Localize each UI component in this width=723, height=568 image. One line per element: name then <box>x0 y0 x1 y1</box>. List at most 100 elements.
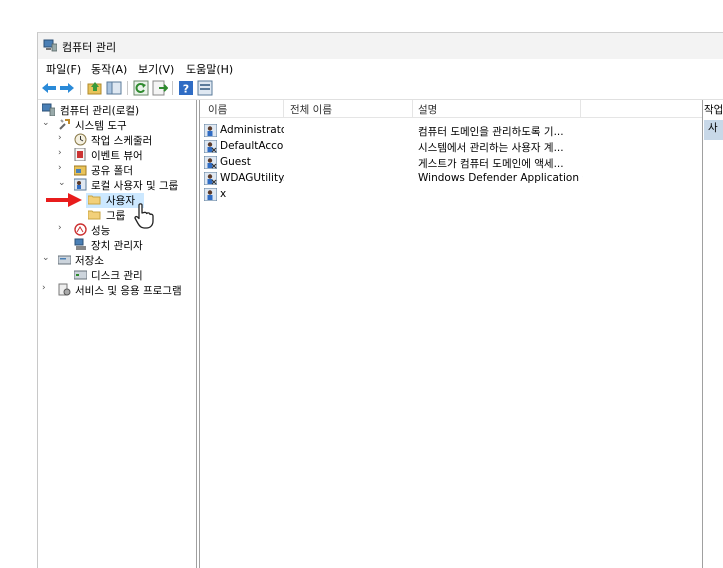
tree-label: 이벤트 뷰어 <box>91 150 143 162</box>
user-icon <box>204 188 217 201</box>
menu-view[interactable]: 보기(V) <box>138 61 174 77</box>
table-row[interactable]: WDAGUtility... Windows Defender Applicat… <box>200 171 702 187</box>
users-group-icon <box>74 178 87 191</box>
svg-text:?: ? <box>183 83 189 96</box>
back-arrow-icon[interactable] <box>41 80 57 96</box>
tree-label: 그룹 <box>106 210 126 222</box>
tree-label: 작업 스케줄러 <box>91 135 153 147</box>
toolbar-separator <box>127 81 128 95</box>
column-divider[interactable] <box>283 100 284 117</box>
user-icon <box>204 140 217 153</box>
tree-item-disk-management[interactable]: 디스크 관리 <box>58 268 192 283</box>
collapsed-chevron-icon[interactable]: › <box>42 283 52 293</box>
user-icon <box>204 156 217 169</box>
tree-label: 로컬 사용자 및 그룹 <box>91 180 179 192</box>
tree-item-performance[interactable]: › 성능 <box>58 223 192 238</box>
up-folder-icon[interactable] <box>87 80 103 96</box>
annotation-red-arrow <box>46 193 82 207</box>
tools-icon <box>59 119 70 130</box>
computer-management-icon <box>43 39 57 52</box>
user-name: WDAGUtility... <box>220 172 284 184</box>
computer-management-icon <box>42 103 55 116</box>
actions-item[interactable]: 사 <box>704 120 723 140</box>
tree-item-local-users-groups[interactable]: ⌄ 로컬 사용자 및 그룹 <box>58 178 192 193</box>
expanded-chevron-icon[interactable]: ⌄ <box>58 178 68 188</box>
tree-item-event-viewer[interactable]: › 이벤트 뷰어 <box>58 148 192 163</box>
folder-icon <box>88 210 101 220</box>
refresh-icon[interactable] <box>133 80 149 96</box>
column-header-full-name[interactable]: 전체 이름 <box>290 102 332 117</box>
computer-management-window: 컴퓨터 관리 파일(F) 동작(A) 보기(V) 도움말(H) ? 컴퓨터 관리… <box>37 32 723 568</box>
user-description: 시스템에서 관리하는 사용자 계... <box>418 142 564 154</box>
shared-folder-icon <box>74 165 87 176</box>
title-bar: 컴퓨터 관리 <box>38 33 723 59</box>
window-title: 컴퓨터 관리 <box>62 41 117 54</box>
user-name: Guest <box>220 156 251 168</box>
tree-label: 서비스 및 응용 프로그램 <box>75 285 182 297</box>
actions-header: 작업 <box>704 102 723 119</box>
storage-icon <box>58 255 71 265</box>
tree-label: 디스크 관리 <box>91 270 143 282</box>
collapsed-chevron-icon[interactable]: › <box>58 223 68 233</box>
user-name: DefaultAcco... <box>220 140 284 152</box>
tree-item-shared-folders[interactable]: › 공유 폴더 <box>58 163 192 178</box>
toolbar: ? <box>38 77 723 100</box>
column-header-name[interactable]: 이름 <box>208 102 227 117</box>
performance-icon <box>74 223 87 236</box>
expanded-chevron-icon[interactable]: ⌄ <box>42 118 52 128</box>
user-list-pane: 이름 전체 이름 설명 Administrator 컴퓨터 도메인을 관리하도록… <box>199 100 703 568</box>
tree-item-task-scheduler[interactable]: › 작업 스케줄러 <box>58 133 192 148</box>
services-icon <box>58 283 71 296</box>
table-row[interactable]: Administrator 컴퓨터 도메인을 관리하도록 기... <box>200 123 702 139</box>
device-manager-icon <box>74 238 86 250</box>
toolbar-separator <box>172 81 173 95</box>
table-row[interactable]: x <box>200 187 702 203</box>
table-row[interactable]: DefaultAcco... 시스템에서 관리하는 사용자 계... <box>200 139 702 155</box>
column-divider[interactable] <box>580 100 581 117</box>
expanded-chevron-icon[interactable]: ⌄ <box>42 253 52 263</box>
tree-label: 사용자 <box>106 195 135 207</box>
properties-icon[interactable] <box>197 80 213 96</box>
menu-action[interactable]: 동작(A) <box>91 61 127 77</box>
menu-help[interactable]: 도움말(H) <box>186 61 233 77</box>
clock-icon <box>74 133 87 146</box>
actions-pane: 작업 사 <box>704 100 723 568</box>
tree-label: 저장소 <box>75 255 104 267</box>
user-icon <box>204 172 217 185</box>
user-description: Windows Defender Application G... <box>418 172 583 184</box>
tree-label: 컴퓨터 관리(로컬) <box>60 105 140 117</box>
user-description: 컴퓨터 도메인을 관리하도록 기... <box>418 126 564 138</box>
user-name: x <box>220 188 227 200</box>
tree-item-system-tools[interactable]: ⌄ 시스템 도구 <box>42 118 192 133</box>
tree-item-computer-management[interactable]: 컴퓨터 관리(로컬) <box>42 103 192 118</box>
column-divider[interactable] <box>412 100 413 117</box>
collapsed-chevron-icon[interactable]: › <box>58 133 68 143</box>
forward-arrow-icon[interactable] <box>59 80 75 96</box>
table-row[interactable]: Guest 게스트가 컴퓨터 도메인에 액세... <box>200 155 702 171</box>
help-icon[interactable]: ? <box>178 80 194 96</box>
tree-item-services-applications[interactable]: › 서비스 및 응용 프로그램 <box>42 283 192 298</box>
disk-management-icon <box>74 270 87 280</box>
menu-bar: 파일(F) 동작(A) 보기(V) 도움말(H) <box>38 59 723 77</box>
event-log-icon <box>74 148 86 161</box>
list-header: 이름 전체 이름 설명 <box>200 100 702 118</box>
user-name: Administrator <box>220 124 284 136</box>
tree-label: 성능 <box>91 225 111 237</box>
tree-item-device-manager[interactable]: 장치 관리자 <box>58 238 192 253</box>
hand-cursor-icon <box>134 203 154 229</box>
collapsed-chevron-icon[interactable]: › <box>58 148 68 158</box>
column-header-description[interactable]: 설명 <box>418 102 437 117</box>
folder-icon <box>88 195 101 205</box>
tree-label: 시스템 도구 <box>75 120 127 132</box>
show-hide-tree-icon[interactable] <box>106 80 122 96</box>
tree-label: 공유 폴더 <box>91 165 133 177</box>
export-list-icon[interactable] <box>152 80 168 96</box>
user-description: 게스트가 컴퓨터 도메인에 액세... <box>418 158 564 170</box>
tree-label: 장치 관리자 <box>91 240 143 252</box>
menu-file[interactable]: 파일(F) <box>46 61 81 77</box>
collapsed-chevron-icon[interactable]: › <box>58 163 68 173</box>
tree-item-storage[interactable]: ⌄ 저장소 <box>42 253 192 268</box>
toolbar-separator <box>80 81 81 95</box>
user-icon <box>204 124 217 137</box>
navigation-tree: 컴퓨터 관리(로컬) ⌄ 시스템 도구 › 작업 스케줄러 › 이벤트 뷰어 ›… <box>38 100 197 568</box>
